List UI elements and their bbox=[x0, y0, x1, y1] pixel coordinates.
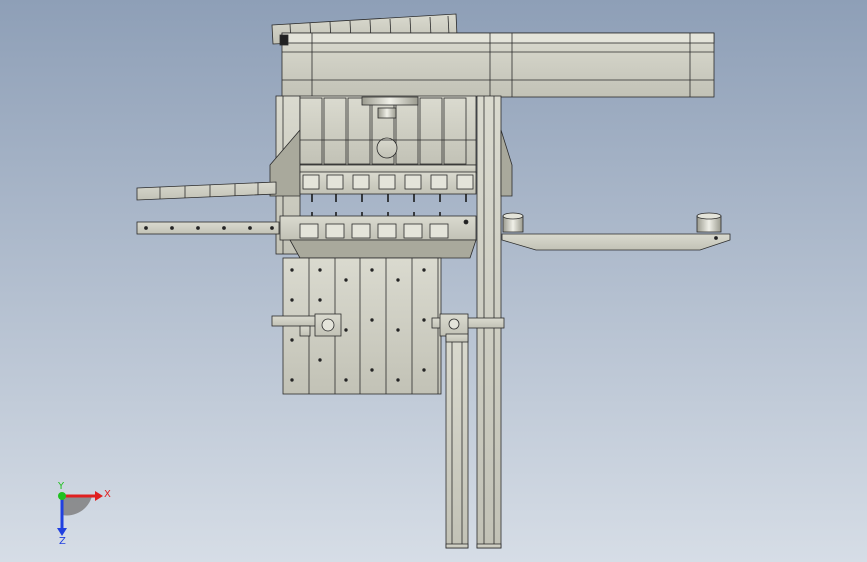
cup-row bbox=[299, 171, 477, 195]
y-axis-dot bbox=[58, 492, 66, 500]
graphics-viewport[interactable]: X Y Z bbox=[0, 0, 867, 562]
z-axis-label: Z bbox=[59, 536, 66, 547]
y-axis-label: Y bbox=[57, 481, 65, 492]
left-side-conveyor bbox=[136, 181, 277, 201]
lower-post-foot bbox=[445, 543, 469, 549]
middle-tray bbox=[279, 215, 477, 259]
x-axis-arrowhead bbox=[95, 491, 103, 501]
cad-model-view[interactable]: X Y Z bbox=[0, 0, 867, 562]
lower-post bbox=[445, 329, 469, 549]
right-output-platform bbox=[501, 212, 731, 251]
dispenser-cartridges bbox=[299, 96, 476, 165]
coordinate-triad: X Y Z bbox=[57, 481, 111, 547]
left-rail bbox=[136, 221, 280, 235]
z-axis-arrowhead bbox=[57, 528, 67, 536]
top-beam bbox=[279, 32, 715, 98]
triad-plane-shade bbox=[62, 496, 92, 516]
x-axis-label: X bbox=[104, 489, 111, 500]
left-clamp-bracket bbox=[271, 313, 342, 337]
right-post-foot bbox=[476, 543, 502, 549]
